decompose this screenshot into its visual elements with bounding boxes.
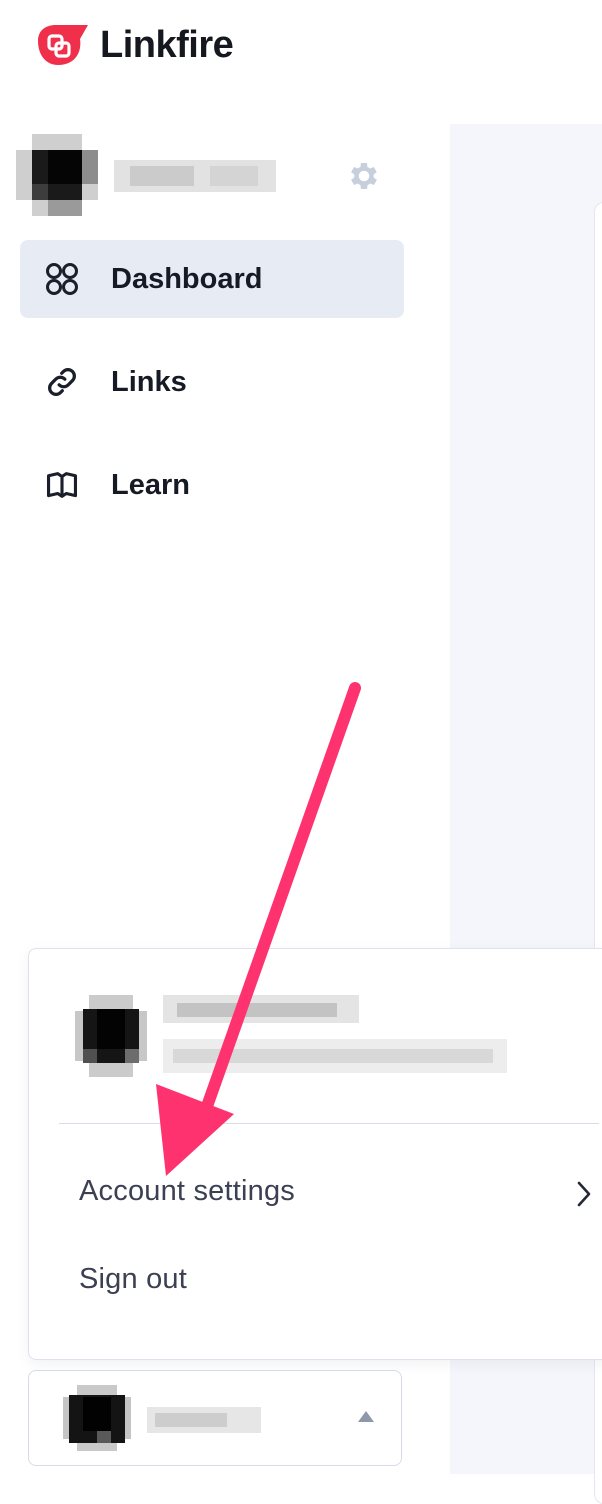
- sidebar-item-learn[interactable]: Learn: [20, 446, 404, 524]
- switcher-avatar: [63, 1385, 131, 1451]
- sign-out-label: Sign out: [79, 1263, 188, 1295]
- caret-up-icon: [358, 1411, 374, 1422]
- sidebar-item-label: Learn: [111, 468, 190, 501]
- organization-avatar: [16, 134, 98, 216]
- chevron-right-icon: [577, 1181, 591, 1207]
- sidebar-item-label: Links: [111, 365, 187, 398]
- grid-icon: [44, 261, 80, 297]
- brand-logo[interactable]: Linkfire: [32, 20, 234, 70]
- link-icon: [44, 364, 80, 400]
- sign-out-menu-item[interactable]: Sign out: [79, 1263, 379, 1303]
- organization-header[interactable]: [16, 134, 426, 216]
- menu-divider: [59, 1123, 599, 1124]
- organization-name-redacted: [114, 160, 276, 192]
- user-email-redacted: [163, 1039, 507, 1073]
- gear-icon[interactable]: [346, 158, 382, 194]
- book-icon: [44, 467, 80, 503]
- linkfire-logo-icon: [38, 25, 88, 65]
- top-bar: [450, 0, 602, 124]
- account-settings-label: Account settings: [79, 1175, 295, 1207]
- sidebar-item-label: Dashboard: [111, 262, 263, 295]
- switcher-name-redacted: [147, 1407, 261, 1433]
- sidebar-nav: Dashboard Links Learn: [20, 240, 404, 549]
- user-menu-popover: Account settings Sign out: [28, 948, 602, 1360]
- user-avatar: [75, 995, 147, 1077]
- account-settings-menu-item[interactable]: Account settings: [79, 1175, 599, 1215]
- user-name-redacted: [163, 995, 359, 1023]
- sidebar-item-dashboard[interactable]: Dashboard: [20, 240, 404, 318]
- account-switcher[interactable]: [28, 1370, 402, 1466]
- brand-name: Linkfire: [100, 23, 234, 66]
- sidebar-item-links[interactable]: Links: [20, 343, 404, 421]
